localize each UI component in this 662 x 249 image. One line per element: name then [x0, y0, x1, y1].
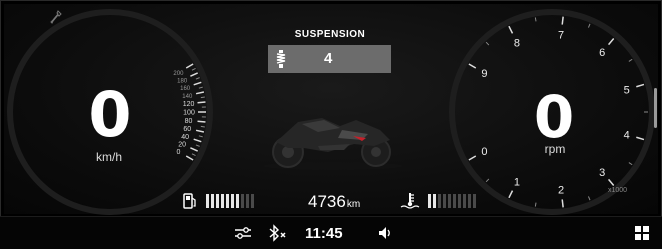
speed-tick-label: 200 — [173, 71, 184, 77]
rpm-tick-label: 0 — [481, 146, 487, 158]
app-grid-icon[interactable] — [635, 226, 649, 240]
speed-tick — [190, 73, 197, 76]
volume-icon[interactable] — [378, 226, 392, 240]
settings-sliders-icon[interactable] — [235, 227, 251, 239]
level-segment — [206, 194, 209, 208]
speed-tick-label: 160 — [180, 86, 191, 92]
suspension-title: SUSPENSION — [268, 29, 392, 40]
speed-tick — [198, 121, 206, 122]
level-segment — [438, 194, 441, 208]
rpm-tick — [588, 196, 590, 200]
suspension-setting[interactable]: 4 — [268, 45, 391, 73]
rpm-multiplier: x1000 — [608, 187, 627, 194]
rpm-tick — [486, 42, 489, 45]
rpm-unit: rpm — [532, 142, 578, 156]
level-segment — [251, 194, 254, 208]
rpm-tick — [486, 179, 489, 182]
shock-absorber-icon — [274, 50, 288, 68]
rpm-tick — [636, 137, 644, 139]
suspension-value: 4 — [324, 50, 332, 67]
rpm-tick-label: 5 — [624, 85, 630, 97]
rpm-tick — [588, 24, 590, 28]
rpm-tick — [509, 191, 513, 198]
rpm-tick — [636, 84, 644, 86]
speed-tick — [198, 102, 206, 103]
rpm-tick — [609, 179, 614, 185]
level-segment — [236, 194, 239, 208]
rpm-tick — [535, 17, 536, 21]
bluetooth-off-icon[interactable] — [268, 225, 288, 241]
rpm-value: 0 — [528, 88, 580, 146]
level-segment — [453, 194, 456, 208]
speed-tick — [186, 156, 193, 160]
speed-tick-label: 40 — [181, 134, 189, 141]
speed-tick — [190, 148, 197, 151]
speed-tick — [201, 126, 205, 127]
odometer-value: 4736 — [308, 192, 346, 211]
speed-tick — [192, 68, 196, 70]
speed-tick — [196, 78, 200, 79]
rpm-tick — [629, 59, 632, 61]
level-segment — [221, 194, 224, 208]
level-segment — [211, 194, 214, 208]
speed-tick-label: 80 — [185, 118, 193, 125]
rpm-tick-label: 7 — [558, 30, 564, 42]
rpm-tick — [609, 38, 614, 44]
level-segment — [433, 194, 436, 208]
speed-tick-label: 140 — [182, 94, 193, 100]
rpm-tick — [509, 26, 513, 33]
odometer: 4736km — [308, 192, 360, 212]
level-segment — [241, 194, 244, 208]
speed-tick-label: 20 — [178, 142, 186, 149]
rpm-tick-label: 2 — [558, 184, 564, 196]
level-segment — [231, 194, 234, 208]
speed-unit: km/h — [86, 150, 132, 164]
speed-tick-label: 180 — [177, 78, 188, 84]
odometer-unit: km — [347, 199, 360, 210]
level-segment — [246, 194, 249, 208]
level-segment — [448, 194, 451, 208]
rpm-tick-label: 4 — [624, 129, 630, 141]
rpm-tick-label: 6 — [599, 47, 605, 59]
page-scroll-indicator[interactable] — [654, 88, 657, 128]
rpm-tick — [469, 156, 476, 160]
coolant-level-bar — [428, 194, 476, 208]
level-segment — [468, 194, 471, 208]
clock-time: 11:45 — [305, 225, 343, 242]
level-segment — [473, 194, 476, 208]
coolant-temp-icon — [400, 192, 420, 210]
rpm-tick-label: 9 — [481, 68, 487, 80]
speed-tick — [192, 154, 196, 156]
rpm-tick-label: 8 — [514, 37, 520, 49]
level-segment — [226, 194, 229, 208]
rpm-tick — [562, 17, 563, 25]
motorcycle-image — [258, 108, 408, 170]
level-segment — [428, 194, 431, 208]
fuel-pump-icon — [183, 193, 197, 209]
speed-tick — [186, 64, 193, 68]
rpm-tick-label: 1 — [514, 177, 520, 189]
speed-tick — [201, 97, 205, 98]
fuel-level-bar — [206, 194, 254, 208]
speed-tick-label: 60 — [183, 126, 191, 133]
level-segment — [443, 194, 446, 208]
rpm-tick — [469, 64, 476, 68]
speed-value: 0 — [82, 84, 138, 146]
speed-tick — [196, 145, 200, 146]
speed-tick-label: 0 — [176, 149, 180, 156]
level-segment — [458, 194, 461, 208]
level-segment — [463, 194, 466, 208]
speed-tick-label: 120 — [183, 101, 195, 108]
status-bar: 11:45 — [0, 216, 662, 249]
rpm-tick — [535, 203, 536, 207]
level-segment — [216, 194, 219, 208]
speed-tick-label: 100 — [183, 110, 195, 117]
rpm-tick — [629, 163, 632, 165]
rpm-tick — [562, 199, 563, 207]
rpm-tick-label: 3 — [599, 167, 605, 179]
